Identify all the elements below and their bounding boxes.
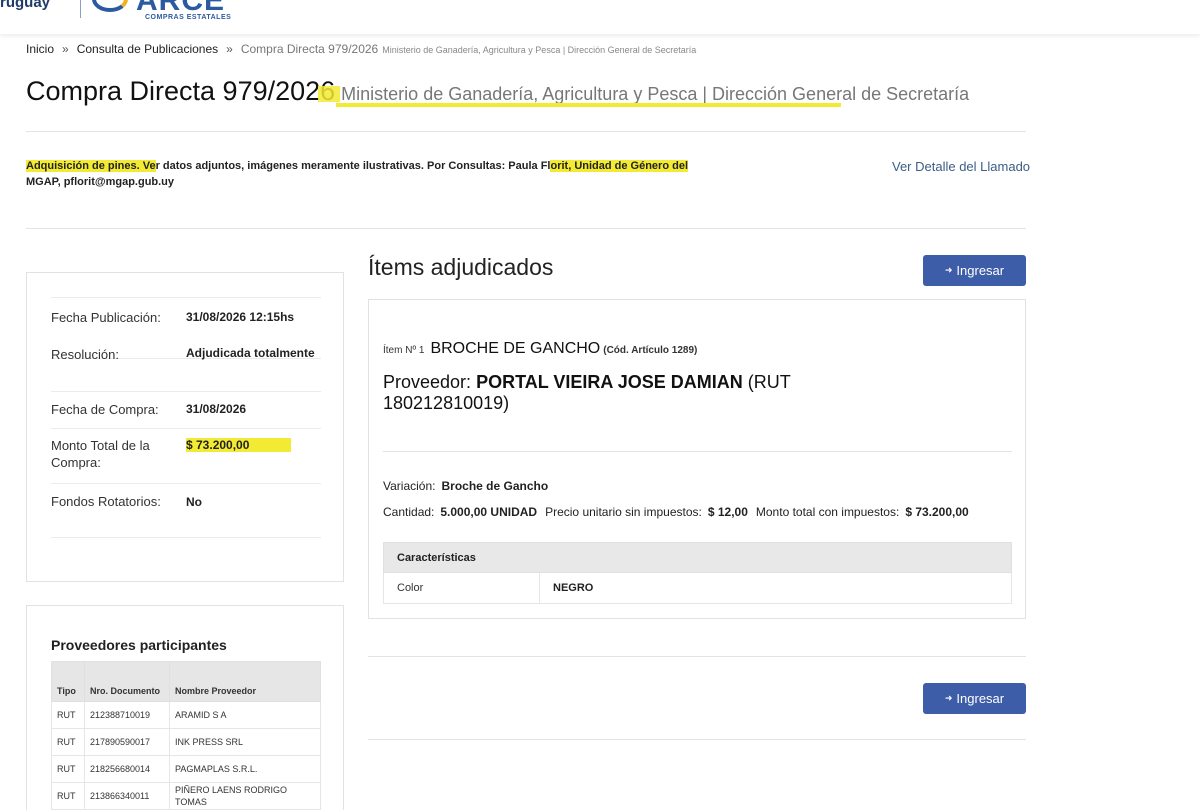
table-cell: 213866340011 [84,782,170,810]
table-cell: RUT [51,782,85,810]
info-label: Fondos Rotatorios: [51,494,161,509]
divider [368,656,1026,657]
item-number: Ítem Nº 1 [383,345,425,356]
country-label: ruguay [0,0,51,11]
proveedor-label: Proveedor: [383,372,472,392]
breadcrumb: Inicio » Consulta de Publicaciones » Compra … [26,42,696,56]
table-cell: RUT [51,701,85,729]
table-cell: PAGMAPLAS S.R.L. [169,755,321,783]
info-value: 31/08/2026 [186,402,247,416]
breadcrumb-section[interactable]: Consulta de Publicaciones [77,42,218,56]
arce-logo-icon [92,0,128,12]
table-header-row: Características [383,542,1012,573]
info-label: Monto Total de la Compra: [51,438,150,470]
table-row: RUT 212388710019 ARAMID S A [51,701,321,729]
subtitle-highlight-underline [336,103,841,107]
info-value: $ 73.200,00 [186,436,316,454]
item-cantidad-precio: Cantidad: 5.000,00 UNIDAD Precio unitario … [383,505,969,519]
info-row-monto-total: Monto Total de la Compra: $ 73.200,00 [51,429,321,484]
cantidad-label: Cantidad: [383,505,435,519]
column-header: Nro. Documento [84,661,170,702]
breadcrumb-separator-icon: » [226,42,233,56]
table-header-row: Tipo Nro. Documento Nombre Proveedor [51,661,321,702]
table-row: RUT 218256680014 PAGMAPLAS S.R.L. [51,755,321,783]
precio-value: $ 12,00 [707,505,748,519]
ingresar-button-bottom[interactable]: ➜ Ingresar [923,683,1026,714]
top-header: ruguay ARCE COMPRAS ESTATALES [0,0,1200,34]
ingresar-label: Ingresar [956,263,1005,278]
description-contact: MGAP, pflorit@mgap.gub.uy [26,176,175,188]
info-value: Adjudicada totalmente [186,346,315,360]
variacion-label: Variación: [383,479,436,493]
table-row: Color NEGRO [383,572,1012,604]
table-cell: 212388710019 [84,701,170,729]
table-cell: RUT [51,728,85,756]
breadcrumb-current-sub: Ministerio de Ganadería, Agricultura y P… [382,45,697,55]
description-text: r datos adjuntos, imágenes meramente ilu… [155,160,551,172]
ingresar-label: Ingresar [956,691,1005,706]
breadcrumb-current: Compra Directa 979/2026 [240,42,379,56]
characteristic-name: Color [383,572,540,604]
info-row-resolucion: Resolución: Adjudicada totalmente [51,337,321,392]
info-value: No [186,495,202,509]
item-heading: Ítem Nº 1 BROCHE DE GANCHO (Cód. Artículo … [383,340,697,358]
info-label: Fecha Publicación: [51,310,161,325]
description-highlighted: orit, Unidad de Género del [550,160,689,172]
item-code: (Cód. Artículo 1289) [603,345,698,356]
caracteristicas-table: Características Color NEGRO [383,542,1012,604]
description-highlighted: Adquisición de pines. Ve [26,160,156,172]
page-subtitle: Ministerio de Ganadería, Agricultura y P… [341,84,970,104]
divider [368,739,1026,740]
info-row-fondos: Fondos Rotatorios: No [51,484,321,538]
item-variacion: Variación: Broche de Gancho [383,479,548,493]
info-label: Resolución: [51,347,119,362]
title-highlight-mark [318,86,340,102]
monto-label: Monto total con impuestos: [755,505,900,519]
ingresar-button-top[interactable]: ➜ Ingresar [923,255,1026,286]
purchase-info-card: Fecha Publicación: 31/08/2026 12:15hs Re… [26,272,344,582]
table-cell: PIÑERO LAENS RODRIGO TOMAS [169,782,321,810]
breadcrumb-separator-icon: » [62,42,69,56]
proveedor-name: PORTAL VIEIRA JOSE DAMIAN [476,372,743,392]
info-row-fecha-compra: Fecha de Compra: 31/08/2026 [51,392,321,429]
table-cell: 217890590017 [84,728,170,756]
caracteristicas-header: Características [383,542,1012,573]
info-value: 31/08/2026 12:15hs [186,310,295,324]
divider [26,131,1026,132]
column-header: Nombre Proveedor [169,661,321,702]
purchase-description: Adquisición de pines. Ver datos adjuntos… [26,158,726,190]
item-proveedor: Proveedor: PORTAL VIEIRA JOSE DAMIAN (RU… [383,372,843,414]
proveedores-table: Tipo Nro. Documento Nombre Proveedor RUT… [51,661,321,810]
items-adjudicados-title: Ítems adjudicados [368,254,554,280]
arce-logo-subtitle: COMPRAS ESTATALES [145,14,232,21]
proveedores-card: Proveedores participantes Tipo Nro. Docu… [26,605,344,810]
characteristic-value: NEGRO [539,572,1012,604]
column-header: Tipo [51,661,85,702]
variacion-value: Broche de Gancho [441,479,549,493]
table-row: RUT 217890590017 INK PRESS SRL [51,728,321,756]
table-cell: INK PRESS SRL [169,728,321,756]
divider [26,228,1026,229]
table-row: RUT 213866340011 PIÑERO LAENS RODRIGO TO… [51,782,321,810]
proveedores-title: Proveedores participantes [51,637,227,653]
login-icon: ➜ [944,693,953,703]
table-cell: 218256680014 [84,755,170,783]
header-divider [80,0,81,18]
item-card: Ítem Nº 1 BROCHE DE GANCHO (Cód. Artículo … [368,299,1026,619]
table-cell: RUT [51,755,85,783]
monto-total-value: $ 73.200,00 [186,438,292,452]
precio-label: Precio unitario sin impuestos: [545,505,702,519]
divider [383,451,1012,452]
breadcrumb-home[interactable]: Inicio [26,42,54,56]
page-title: Compra Directa 979/2026 [26,76,336,106]
info-label: Fecha de Compra: [51,402,159,417]
cantidad-value: 5.000,00 UNIDAD [440,505,538,519]
ver-detalle-link[interactable]: Ver Detalle del Llamado [892,159,1030,174]
monto-value: $ 73.200,00 [905,505,969,519]
item-name: BROCHE DE GANCHO [430,340,601,357]
table-cell: ARAMID S A [169,701,321,729]
login-icon: ➜ [944,265,953,275]
